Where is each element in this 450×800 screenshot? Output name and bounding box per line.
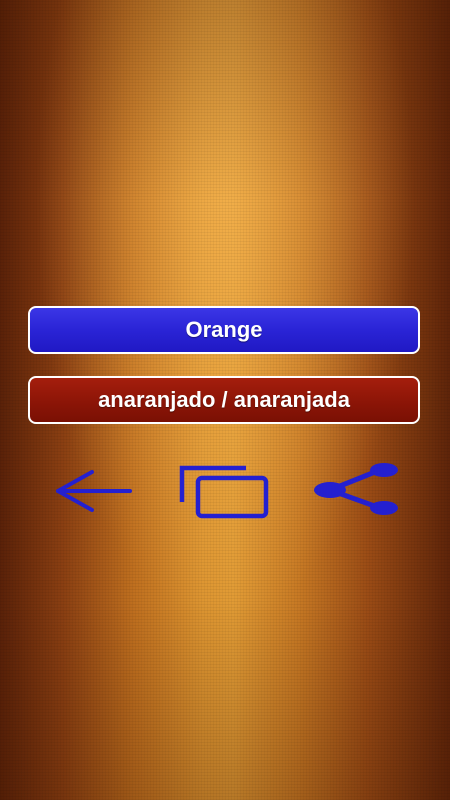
copy-icon bbox=[179, 465, 269, 519]
arrow-left-icon bbox=[56, 470, 132, 512]
share-button[interactable] bbox=[310, 460, 404, 520]
share-icon bbox=[314, 463, 398, 515]
word-card[interactable]: Orange bbox=[28, 306, 420, 354]
copy-button[interactable] bbox=[174, 460, 272, 522]
english-word: Orange bbox=[185, 317, 263, 342]
back-button[interactable] bbox=[52, 466, 136, 516]
action-toolbar bbox=[0, 458, 450, 528]
translation-card[interactable]: anaranjado / anaranjada bbox=[28, 376, 420, 424]
spanish-translation: anaranjado / anaranjada bbox=[98, 387, 350, 412]
